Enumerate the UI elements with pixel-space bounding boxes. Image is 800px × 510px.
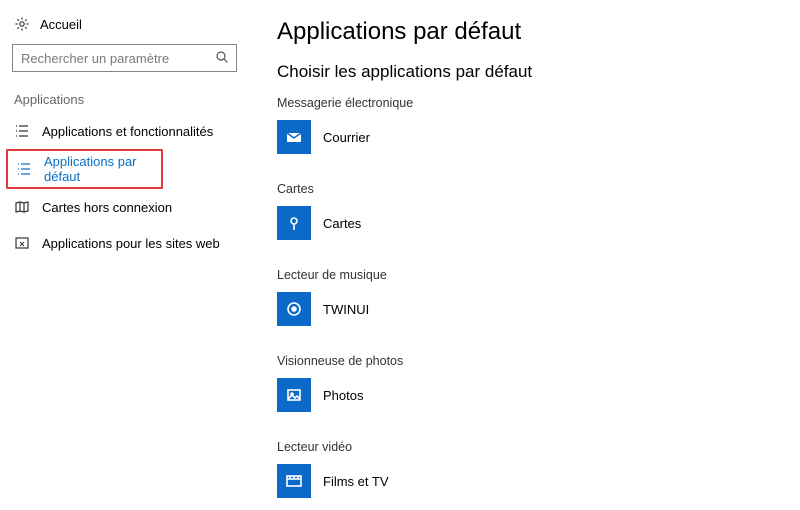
sidebar-item-label: Cartes hors connexion <box>42 200 172 215</box>
sidebar-item-default-apps[interactable]: Applications par défaut <box>8 151 161 187</box>
default-app-video[interactable]: Films et TV <box>277 464 800 498</box>
sidebar-item-label: Applications pour les sites web <box>42 236 220 251</box>
photos-icon <box>277 378 311 412</box>
default-app-photos[interactable]: Photos <box>277 378 800 412</box>
category-label-music: Lecteur de musique <box>277 268 800 282</box>
video-icon <box>277 464 311 498</box>
category-label-photos: Visionneuse de photos <box>277 354 800 368</box>
default-app-maps[interactable]: Cartes <box>277 206 800 240</box>
search-container <box>12 44 237 72</box>
home-button[interactable]: Accueil <box>0 14 247 44</box>
default-app-email[interactable]: Courrier <box>277 120 800 154</box>
section-label: Applications <box>0 92 247 113</box>
sidebar-item-label: Applications et fonctionnalités <box>42 124 213 139</box>
highlight-box: Applications par défaut <box>6 149 163 189</box>
category-label-maps: Cartes <box>277 182 800 196</box>
app-name: TWINUI <box>323 302 369 317</box>
default-app-music[interactable]: TWINUI <box>277 292 800 326</box>
sidebar: Accueil Applications Applications et fon… <box>0 0 247 510</box>
maps-app-icon <box>277 206 311 240</box>
page-title: Applications par défaut <box>277 18 800 46</box>
main-panel: Applications par défaut Choisir les appl… <box>247 0 800 510</box>
app-name: Photos <box>323 388 363 403</box>
sidebar-item-apps-features[interactable]: Applications et fonctionnalités <box>0 113 247 149</box>
app-name: Films et TV <box>323 474 389 489</box>
category-label-video: Lecteur vidéo <box>277 440 800 454</box>
defaults-icon <box>16 161 32 177</box>
music-icon <box>277 292 311 326</box>
sidebar-item-offline-maps[interactable]: Cartes hors connexion <box>0 189 247 225</box>
sidebar-item-apps-for-websites[interactable]: Applications pour les sites web <box>0 225 247 261</box>
app-name: Cartes <box>323 216 361 231</box>
map-icon <box>14 199 30 215</box>
mail-icon <box>277 120 311 154</box>
search-input[interactable] <box>12 44 237 72</box>
website-icon <box>14 235 30 251</box>
sidebar-item-label: Applications par défaut <box>44 154 161 184</box>
category-label-email: Messagerie électronique <box>277 96 800 110</box>
app-name: Courrier <box>323 130 370 145</box>
home-label: Accueil <box>40 17 82 32</box>
page-subtitle: Choisir les applications par défaut <box>277 62 800 82</box>
gear-icon <box>14 16 30 32</box>
list-icon <box>14 123 30 139</box>
